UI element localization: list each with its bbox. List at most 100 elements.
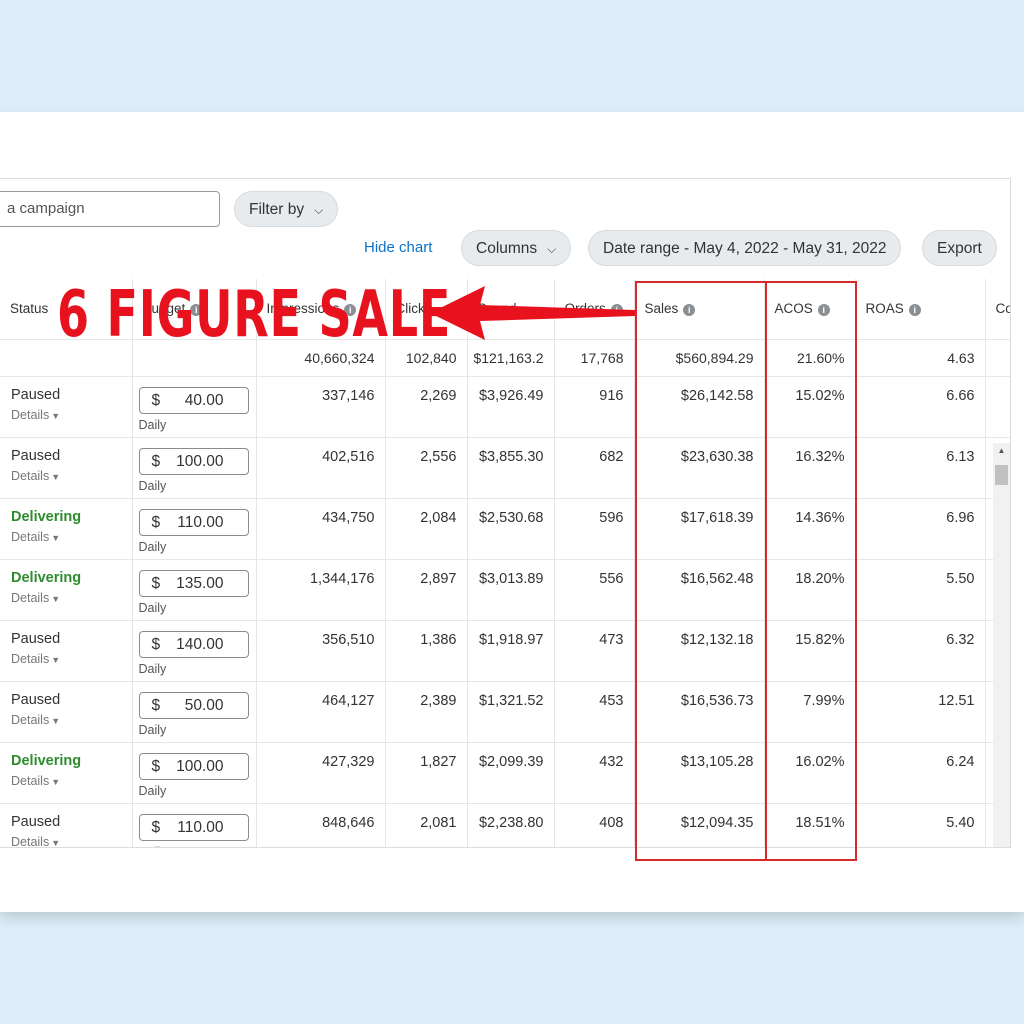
orders-cell: 432 <box>554 742 635 804</box>
details-dropdown[interactable]: Details ▼ <box>11 713 132 727</box>
header-truncated[interactable]: Co <box>985 279 1010 340</box>
chevron-down-icon: ⌵ <box>547 242 557 256</box>
budget-input[interactable]: $100.00 <box>138 752 249 780</box>
status-text: Delivering <box>11 752 82 769</box>
spend-cell: $1,321.52 <box>467 681 555 743</box>
acos-cell: 14.36% <box>764 498 856 560</box>
columns-button[interactable]: Columns ⌵ <box>461 230 572 266</box>
currency-symbol: $ <box>151 818 161 836</box>
roas-cell: 5.50 <box>855 559 986 621</box>
header-roas[interactable]: ROAS i <box>855 279 986 340</box>
table-row[interactable]: Paused Details ▼ $100.00 Daily 402,516 2,556 $3… <box>0 437 1010 499</box>
budget-cell: $50.00 Daily <box>132 681 257 743</box>
scrollbar-thumb[interactable] <box>995 465 1008 485</box>
caret-down-icon: ▼ <box>51 654 61 665</box>
sales-cell: $16,562.48 <box>634 559 765 621</box>
budget-type: Daily <box>138 539 167 554</box>
header-sales[interactable]: Sales i <box>634 279 765 340</box>
budget-cell: $100.00 Daily <box>132 742 257 804</box>
details-dropdown[interactable]: Details ▼ <box>11 835 132 848</box>
currency-symbol: $ <box>151 513 161 531</box>
status-cell: Delivering Details ▼ <box>0 559 133 621</box>
date-range-button[interactable]: Date range - May 4, 2022 - May 31, 2022 <box>588 230 902 266</box>
vertical-scrollbar[interactable]: ▲ ▼ <box>993 443 1010 847</box>
impressions-cell: 1,344,176 <box>256 559 386 621</box>
budget-type: Daily <box>138 417 167 432</box>
budget-input[interactable]: $135.00 <box>138 569 249 597</box>
budget-input[interactable]: $140.00 <box>138 630 249 658</box>
totals-truncated <box>985 339 1010 377</box>
columns-label: Columns <box>476 240 538 257</box>
filter-by-button[interactable]: Filter by ⌵ <box>234 191 339 227</box>
budget-input[interactable]: $50.00 <box>138 691 249 719</box>
table-row[interactable]: Delivering Details ▼ $135.00 Daily 1,344,176 2… <box>0 559 1010 621</box>
campaign-table: Status Budgeti Impressionsi Clicks Spend… <box>0 279 1010 848</box>
budget-input[interactable]: $100.00 <box>138 447 249 475</box>
hide-chart-link[interactable]: Hide chart <box>364 239 432 256</box>
table-row[interactable]: Delivering Details ▼ $110.00 Daily 434,750 2,0… <box>0 498 1010 560</box>
impressions-cell: 427,329 <box>256 742 386 804</box>
acos-cell: 18.51% <box>764 803 856 847</box>
header-acos[interactable]: ACOS i <box>764 279 856 340</box>
acos-cell: 15.82% <box>764 620 856 682</box>
budget-type: Daily <box>138 661 167 676</box>
orders-cell: 473 <box>554 620 635 682</box>
status-text: Paused <box>11 813 61 830</box>
budget-input[interactable]: $110.00 <box>138 813 249 841</box>
sales-cell: $12,094.35 <box>634 803 765 847</box>
budget-input[interactable]: $40.00 <box>138 386 249 414</box>
spend-cell: $3,855.30 <box>467 437 555 499</box>
sales-cell: $17,618.39 <box>634 498 765 560</box>
details-dropdown[interactable]: Details ▼ <box>11 774 132 788</box>
status-cell: Paused Details ▼ <box>0 681 133 743</box>
clicks-cell: 1,827 <box>385 742 468 804</box>
spend-cell: $2,099.39 <box>467 742 555 804</box>
totals-roas: 4.63 <box>855 339 986 377</box>
budget-value: 100.00 <box>176 452 224 470</box>
currency-symbol: $ <box>151 635 161 653</box>
info-icon: i <box>683 303 696 316</box>
orders-cell: 408 <box>554 803 635 847</box>
red-arrow-icon <box>430 286 635 340</box>
sales-cell: $16,536.73 <box>634 681 765 743</box>
sales-cell: $23,630.38 <box>634 437 765 499</box>
budget-cell: $100.00 Daily <box>132 437 257 499</box>
search-input[interactable]: a campaign <box>0 191 220 227</box>
roas-cell: 6.13 <box>855 437 986 499</box>
budget-cell: $135.00 Daily <box>132 559 257 621</box>
impressions-cell: 434,750 <box>256 498 386 560</box>
caret-down-icon: ▼ <box>51 532 61 543</box>
export-button[interactable]: Export <box>922 230 997 266</box>
date-range-label: Date range - May 4, 2022 - May 31, 2022 <box>603 240 887 257</box>
totals-acos: 21.60% <box>764 339 856 377</box>
details-dropdown[interactable]: Details ▼ <box>11 530 132 544</box>
status-cell: Paused Details ▼ <box>0 376 133 438</box>
table-row[interactable]: Delivering Details ▼ $100.00 Daily 427,329 1,8… <box>0 742 1010 804</box>
budget-type: Daily <box>138 783 167 798</box>
budget-value: 135.00 <box>176 574 224 592</box>
details-dropdown[interactable]: Details ▼ <box>11 408 132 422</box>
budget-cell: $110.00 Daily <box>132 498 257 560</box>
table-row[interactable]: Paused Details▼ $110.00 Daily848,6462,081$2… <box>0 803 1010 848</box>
totals-orders: 17,768 <box>554 339 635 377</box>
orders-cell: 556 <box>554 559 635 621</box>
table-row[interactable]: Paused Details ▼ $40.00 Daily 337,146 2,269 $3,… <box>0 376 1010 438</box>
currency-symbol: $ <box>151 452 161 470</box>
details-dropdown[interactable]: Details ▼ <box>11 591 132 605</box>
status-text: Paused <box>11 447 61 464</box>
table-row[interactable]: Paused Details ▼ $140.00 Daily 356,510 1,386 $1… <box>0 620 1010 682</box>
details-dropdown[interactable]: Details ▼ <box>11 652 132 666</box>
details-dropdown[interactable]: Details ▼ <box>11 469 132 483</box>
caret-down-icon: ▼ <box>51 410 61 421</box>
table-row[interactable]: Paused Details ▼ $50.00 Daily 464,127 2,389 $1,… <box>0 681 1010 743</box>
spend-cell: $2,238.80 <box>467 803 555 847</box>
clicks-cell: 2,556 <box>385 437 468 499</box>
scroll-up-icon[interactable]: ▲ <box>993 446 1010 455</box>
acos-cell: 7.99% <box>764 681 856 743</box>
budget-value: 100.00 <box>176 757 224 775</box>
currency-symbol: $ <box>151 574 161 592</box>
totals-sales: $560,894.29 <box>634 339 765 377</box>
budget-type: Daily <box>138 478 167 493</box>
budget-input[interactable]: $110.00 <box>138 508 249 536</box>
budget-type: Daily <box>138 722 167 737</box>
